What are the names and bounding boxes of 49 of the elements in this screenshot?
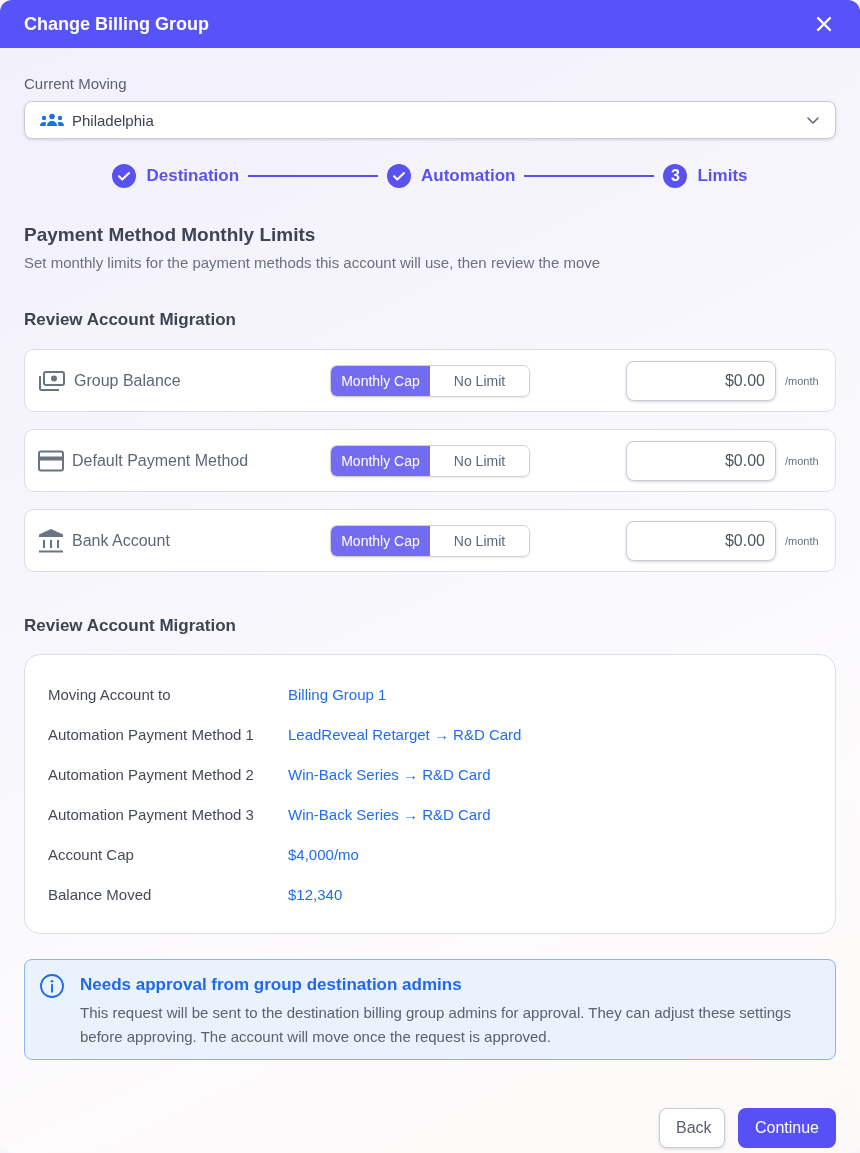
amount-field[interactable]: $0.00	[626, 360, 776, 401]
step-label: Destination	[146, 166, 240, 186]
section-heading: Review Account Migration	[24, 309, 237, 331]
back-button[interactable]: Back	[659, 1108, 725, 1148]
cash-stack-icon	[38, 369, 66, 392]
toggle-option[interactable]: No Limit	[430, 365, 529, 396]
notice-title: Needs approval from group destination admins	[80, 974, 463, 996]
close-icon[interactable]	[816, 16, 832, 32]
section-title: Payment Method Monthly Limits	[24, 223, 317, 247]
continue-button[interactable]: Continue	[738, 1108, 836, 1148]
summary-value: Billing Group 1	[288, 685, 387, 703]
summary-label: Automation Payment Method 1	[48, 725, 255, 743]
summary-label: Account Cap	[48, 845, 135, 863]
toggle-option[interactable]: Monthly Cap	[331, 365, 430, 396]
unit-label: /month	[785, 534, 819, 547]
toggle-option[interactable]: Monthly Cap	[331, 525, 430, 556]
people-group-icon	[40, 113, 64, 127]
dialog-title: Change Billing Group	[24, 13, 209, 35]
section-description: Set monthly limits for the payment methods this account will use, then review the move	[24, 253, 602, 273]
step-number: 3	[663, 164, 688, 188]
summary-value: Win-Back Series → R&D Card	[288, 765, 491, 783]
summary-label: Moving Account to	[48, 685, 172, 703]
payment-method-label: Default Payment Method	[72, 451, 249, 470]
info-icon	[40, 974, 64, 998]
chevron-down-icon	[807, 116, 819, 124]
toggle-option[interactable]: No Limit	[430, 525, 529, 556]
notice-text: This request will be sent to the destination billing group admins for approval. They can adjust these settings before approving. The account will move once the request is approved.	[80, 1003, 792, 1047]
bank-icon	[38, 528, 64, 553]
summary-value: LeadReveal Retarget → R&D Card	[288, 725, 522, 743]
amount-field[interactable]: $0.00	[626, 440, 776, 481]
summary-label: Balance Moved	[48, 885, 153, 903]
summary-value: Win-Back Series → R&D Card	[288, 805, 491, 823]
summary-value: $12,340	[288, 885, 343, 903]
unit-label: /month	[785, 374, 819, 387]
unit-label: /month	[785, 454, 819, 467]
step-label: Limits	[697, 166, 748, 186]
field-label: Current Moving	[24, 74, 128, 94]
summary-value: $4,000/mo	[288, 845, 359, 863]
location-select[interactable]: Philadelphia	[24, 101, 836, 139]
summary-label: Automation Payment Method 2	[48, 765, 255, 783]
toggle-option[interactable]: No Limit	[430, 445, 529, 476]
toggle-option[interactable]: Monthly Cap	[331, 445, 430, 476]
payment-method-label: Group Balance	[74, 371, 181, 390]
credit-card-icon	[38, 449, 64, 472]
section-heading: Review Account Migration	[24, 615, 237, 637]
payment-method-label: Bank Account	[72, 531, 170, 550]
step-label: Automation	[421, 166, 516, 186]
summary-label: Automation Payment Method 3	[48, 805, 255, 823]
amount-field[interactable]: $0.00	[626, 520, 776, 561]
